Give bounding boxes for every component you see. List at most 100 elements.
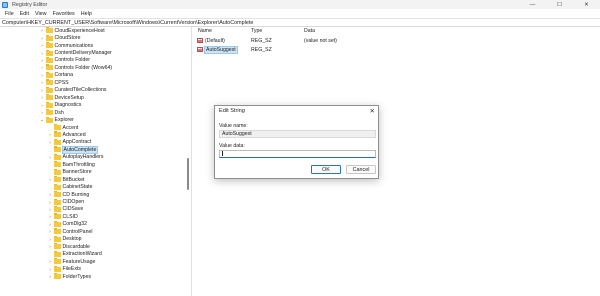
chevron-right-icon[interactable]: › [48, 274, 52, 279]
tree-item-label: FolderTypes [62, 273, 92, 280]
chevron-right-icon[interactable]: › [48, 267, 52, 272]
value-row-autosuggest[interactable]: ab AutoSuggest REG_SZ [192, 46, 600, 54]
menu-help[interactable]: Help [78, 11, 95, 17]
tree-item-label: Explorer [54, 117, 74, 124]
tree-item[interactable]: › CloudStore [40, 34, 80, 41]
folder-icon [53, 131, 61, 138]
tree-item[interactable]: › Advanced [48, 131, 86, 138]
maximize-button[interactable]: ☐ [546, 0, 573, 9]
tree-item-label: CIDSave [62, 206, 84, 213]
value-data-label: Value data: [219, 143, 245, 149]
tree-item[interactable]: › FeatureUsage [48, 258, 95, 265]
chevron-right-icon[interactable]: › [48, 177, 52, 182]
tree-item-label: CuratedTileCollections [54, 87, 107, 94]
value-row-default[interactable]: ab (Default) REG_SZ (value not set) [192, 37, 600, 45]
tree-item[interactable]: › CLSID [48, 213, 78, 220]
column-header-data[interactable]: Data [304, 28, 315, 34]
chevron-right-icon[interactable]: › [48, 155, 52, 160]
value-name-field: AutoSuggest [219, 130, 376, 138]
chevron-right-icon[interactable]: › [40, 88, 44, 93]
chevron-right-icon[interactable]: › [40, 73, 44, 78]
tree-scrollbar-thumb[interactable] [187, 158, 189, 190]
chevron-right-icon[interactable]: › [48, 140, 52, 145]
chevron-right-icon[interactable]: › [40, 95, 44, 100]
chevron-right-icon[interactable]: › [48, 132, 52, 137]
tree-item[interactable]: AutoComplete [48, 145, 99, 154]
tree-item[interactable]: › ContentDeliveryManager [40, 49, 112, 56]
tree-item-label: CloudStore [54, 35, 81, 42]
tree-item[interactable]: BamThrottling [48, 161, 95, 168]
chevron-right-icon[interactable]: › [40, 103, 44, 108]
menu-favorites[interactable]: Favorites [50, 11, 78, 17]
tree-item[interactable]: › CD Burning [48, 191, 89, 198]
tree-item[interactable]: › CIDOpen [48, 198, 84, 205]
tree-item[interactable]: ⌄ Explorer [40, 116, 74, 123]
dialog-close-button[interactable]: ✕ [370, 107, 375, 115]
tree-item[interactable]: › Desktop [48, 235, 82, 243]
value-data-input[interactable] [219, 150, 376, 158]
tree-item[interactable]: › Communications [40, 42, 93, 49]
chevron-right-icon[interactable]: › [40, 43, 44, 48]
chevron-right-icon[interactable]: › [48, 244, 52, 249]
chevron-right-icon[interactable]: › [40, 28, 44, 33]
chevron-right-icon[interactable]: › [48, 259, 52, 264]
minimize-button[interactable]: — [519, 0, 546, 9]
tree-item[interactable]: › FileExts [48, 265, 81, 272]
folder-icon [53, 265, 61, 272]
tree-item[interactable]: › Cortana [40, 71, 73, 79]
chevron-right-icon[interactable]: › [48, 207, 52, 212]
column-header-type[interactable]: Type [251, 28, 262, 34]
chevron-right-icon[interactable]: › [48, 229, 52, 234]
ab-string-icon: ab [197, 38, 203, 44]
tree-item[interactable]: › Controls Folder [40, 56, 90, 64]
chevron-right-icon[interactable]: › [40, 58, 44, 63]
tree-item[interactable]: › AppContract [48, 138, 92, 146]
close-window-button[interactable]: ✕ [573, 0, 600, 9]
menu-edit[interactable]: Edit [17, 11, 32, 17]
tree-item[interactable]: Accent [48, 124, 78, 131]
address-bar[interactable]: Computer\HKEY_CURRENT_USER\Software\Micr… [0, 18, 600, 27]
tree-item[interactable]: CabinetState [48, 183, 93, 190]
chevron-right-icon[interactable]: › [48, 192, 52, 197]
chevron-right-icon[interactable]: › [40, 80, 44, 85]
tree-item[interactable]: › AutoplayHandlers [48, 153, 103, 161]
tree-item[interactable]: › CuratedTileCollections [40, 86, 107, 94]
cancel-button[interactable]: Cancel [346, 165, 376, 174]
tree-item-label: AppContract [62, 139, 92, 146]
chevron-right-icon[interactable]: › [40, 110, 44, 115]
folder-icon [45, 109, 53, 116]
chevron-right-icon[interactable]: › [48, 237, 52, 242]
folder-icon [45, 34, 53, 41]
tree-item[interactable]: › Dsh [40, 109, 64, 116]
folder-icon [53, 243, 61, 250]
tree-item[interactable]: › CPSS [40, 79, 69, 86]
tree-item-label: CD Burning [62, 191, 90, 198]
chevron-right-icon[interactable]: › [48, 200, 52, 205]
tree-item[interactable]: › Discardable [48, 243, 90, 250]
tree-item[interactable]: › ComDlg32 [48, 220, 87, 228]
tree-item[interactable]: BannerStore [48, 168, 92, 176]
chevron-right-icon[interactable]: › [40, 65, 44, 70]
ok-button[interactable]: OK [311, 165, 341, 174]
menu-file[interactable]: File [2, 11, 17, 17]
folder-icon [45, 116, 53, 123]
tree-item[interactable]: › BitBucket [48, 176, 84, 183]
tree-item[interactable]: › Diagnostics [40, 101, 81, 109]
value-type: REG_SZ [251, 38, 272, 44]
tree-item[interactable]: ExtractionWizard [48, 250, 102, 258]
tree-item[interactable]: › CloudExperienceHost [40, 27, 105, 34]
tree-item[interactable]: › Controls Folder (Wow64) [40, 64, 112, 71]
tree-item[interactable]: › FolderTypes [48, 273, 91, 280]
chevron-right-icon[interactable]: › [40, 36, 44, 41]
registry-key-tree[interactable]: › CloudExperienceHost › CloudStore › Communic… [0, 27, 190, 296]
tree-item[interactable]: › ControlPanel [48, 228, 93, 235]
chevron-down-icon[interactable]: ⌄ [40, 117, 44, 123]
column-header-name[interactable]: Name [198, 28, 212, 34]
folder-icon [45, 56, 53, 63]
menu-view[interactable]: View [32, 11, 50, 17]
tree-item[interactable]: › DeviceSetup [40, 94, 84, 101]
chevron-right-icon[interactable]: › [40, 51, 44, 56]
chevron-right-icon[interactable]: › [48, 214, 52, 219]
tree-item[interactable]: › CIDSave [48, 205, 84, 213]
chevron-right-icon[interactable]: › [48, 222, 52, 227]
